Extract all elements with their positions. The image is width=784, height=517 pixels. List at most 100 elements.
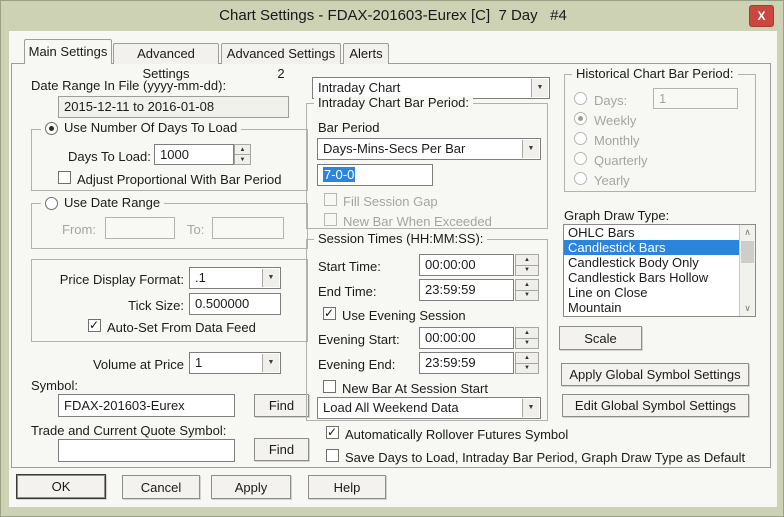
apply-button[interactable]: Apply (211, 475, 291, 499)
intraday-bar-period-title: Intraday Chart Bar Period: (314, 96, 474, 110)
spin-down-icon[interactable] (515, 290, 539, 301)
trade-quote-symbol-input[interactable] (58, 439, 235, 462)
list-item[interactable]: Candlestick Body Only (564, 255, 739, 270)
new-bar-when-exceeded-label: New Bar When Exceeded (343, 214, 492, 229)
graph-draw-type-rows: OHLC Bars Candlestick Bars Candlestick Bod… (564, 225, 739, 316)
weekly-radio[interactable] (574, 112, 587, 125)
find-symbol-button[interactable]: Find (254, 394, 309, 417)
scale-button[interactable]: Scale (559, 326, 642, 350)
list-item[interactable]: Mountain (564, 300, 739, 315)
historical-days-input[interactable]: 1 (653, 88, 738, 109)
list-item[interactable]: OHLC Bars (564, 225, 739, 240)
fill-session-gap-checkbox[interactable] (324, 193, 337, 206)
evening-end-input[interactable]: 23:59:59 (419, 352, 514, 374)
spin-up-icon[interactable] (515, 279, 539, 291)
days-radio-label: Days: (594, 93, 628, 108)
chevron-down-icon[interactable] (262, 354, 279, 372)
graph-draw-type-label: Graph Draw Type: (564, 208, 670, 223)
price-display-format-select[interactable]: .1 (189, 267, 281, 289)
use-number-of-days-radio[interactable] (45, 121, 58, 135)
help-button[interactable]: Help (308, 475, 386, 499)
tab-alerts[interactable]: Alerts (343, 43, 389, 64)
tick-size-label: Tick Size: (128, 298, 184, 313)
spin-down-icon[interactable] (515, 363, 539, 374)
new-bar-at-session-checkbox[interactable] (323, 380, 336, 393)
end-time-input[interactable]: 23:59:59 (419, 279, 514, 301)
spin-up-icon[interactable] (515, 254, 539, 266)
fill-session-gap-label: Fill Session Gap (343, 194, 438, 209)
weekly-radio-label: Weekly (594, 113, 637, 128)
historical-bar-period-title: Historical Chart Bar Period: (572, 67, 738, 81)
volume-at-price-value: 1 (195, 355, 203, 370)
bar-period-type-select[interactable]: Days-Mins-Secs Per Bar (317, 138, 541, 160)
list-item[interactable]: Candlestick Bars (564, 240, 739, 255)
title-bar[interactable]: Chart Settings - FDAX-201603-Eurex [C] 7… (1, 1, 783, 31)
days-to-load-input[interactable]: 1000 (154, 144, 234, 165)
chart-settings-dialog: Chart Settings - FDAX-201603-Eurex [C] 7… (0, 0, 784, 517)
monthly-radio[interactable] (574, 132, 587, 145)
quarterly-radio[interactable] (574, 152, 587, 165)
scrollbar-thumb[interactable] (741, 241, 754, 263)
scroll-up-icon[interactable] (740, 225, 755, 240)
symbol-input[interactable]: FDAX-201603-Eurex (58, 394, 235, 417)
edit-global-symbol-settings-button[interactable]: Edit Global Symbol Settings (562, 394, 749, 417)
evening-end-label: Evening End: (318, 357, 396, 372)
evening-start-stepper[interactable] (515, 327, 539, 349)
new-bar-when-exceeded-checkbox[interactable] (324, 213, 337, 226)
tab-advanced-settings[interactable]: Advanced Settings (113, 43, 219, 81)
ok-button[interactable]: OK (16, 474, 106, 499)
spin-down-icon[interactable] (515, 265, 539, 276)
tab-main-settings[interactable]: Main Settings (24, 39, 112, 64)
adjust-proportional-checkbox[interactable] (58, 171, 71, 184)
auto-set-label: Auto-Set From Data Feed (107, 320, 256, 335)
to-input[interactable] (212, 217, 284, 239)
apply-global-symbol-settings-button[interactable]: Apply Global Symbol Settings (561, 363, 749, 386)
save-default-label: Save Days to Load, Intraday Bar Period, … (345, 450, 746, 465)
quarterly-radio-label: Quarterly (594, 153, 648, 168)
spin-down-icon[interactable] (515, 338, 539, 349)
spin-up-icon[interactable] (515, 352, 539, 364)
evening-end-stepper[interactable] (515, 352, 539, 374)
find-trade-symbol-button[interactable]: Find (254, 438, 309, 461)
days-to-load-label: Days To Load: (68, 149, 151, 164)
evening-start-input[interactable]: 00:00:00 (419, 327, 514, 349)
scroll-down-icon[interactable] (740, 301, 755, 316)
from-input[interactable] (105, 217, 175, 239)
tick-size-input[interactable]: 0.500000 (189, 293, 281, 315)
use-date-range-title: Use Date Range (41, 195, 165, 210)
auto-set-checkbox[interactable] (88, 318, 101, 332)
list-item[interactable]: Candlestick Bars Hollow (564, 270, 739, 285)
end-time-stepper[interactable] (515, 279, 539, 301)
graph-draw-type-listbox[interactable]: OHLC Bars Candlestick Bars Candlestick Bod… (563, 224, 756, 317)
evening-start-label: Evening Start: (318, 332, 400, 347)
bar-period-label: Bar Period (318, 120, 380, 135)
chevron-down-icon[interactable] (522, 399, 539, 417)
weekend-data-select[interactable]: Load All Weekend Data (317, 397, 541, 419)
rollover-checkbox[interactable] (326, 425, 339, 439)
chevron-down-icon[interactable] (531, 79, 548, 97)
bar-period-input[interactable]: 7-0-0 (317, 164, 433, 186)
to-label: To: (187, 222, 205, 237)
volume-at-price-select[interactable]: 1 (189, 352, 281, 374)
spin-down-icon[interactable] (234, 155, 251, 165)
days-to-load-stepper[interactable] (234, 144, 251, 165)
use-evening-session-checkbox[interactable] (323, 306, 336, 320)
chevron-down-icon[interactable] (262, 269, 279, 287)
cancel-button[interactable]: Cancel (122, 475, 200, 499)
use-date-range-radio[interactable] (45, 196, 58, 210)
tab-advanced-settings-2[interactable]: Advanced Settings 2 (221, 43, 341, 81)
close-icon[interactable]: X (749, 5, 774, 27)
start-time-input[interactable]: 00:00:00 (419, 254, 514, 276)
save-default-checkbox[interactable] (326, 449, 339, 462)
price-display-format-label: Price Display Format: (59, 272, 184, 287)
spin-up-icon[interactable] (515, 327, 539, 339)
listbox-scrollbar[interactable] (739, 225, 755, 316)
spin-up-icon[interactable] (234, 144, 251, 155)
yearly-radio[interactable] (574, 172, 587, 185)
list-item[interactable]: Line on Close (564, 285, 739, 300)
days-radio[interactable] (574, 92, 587, 105)
adjust-proportional-label: Adjust Proportional With Bar Period (77, 172, 282, 187)
start-time-stepper[interactable] (515, 254, 539, 276)
use-date-range-label: Use Date Range (64, 195, 161, 210)
chevron-down-icon[interactable] (522, 140, 539, 158)
